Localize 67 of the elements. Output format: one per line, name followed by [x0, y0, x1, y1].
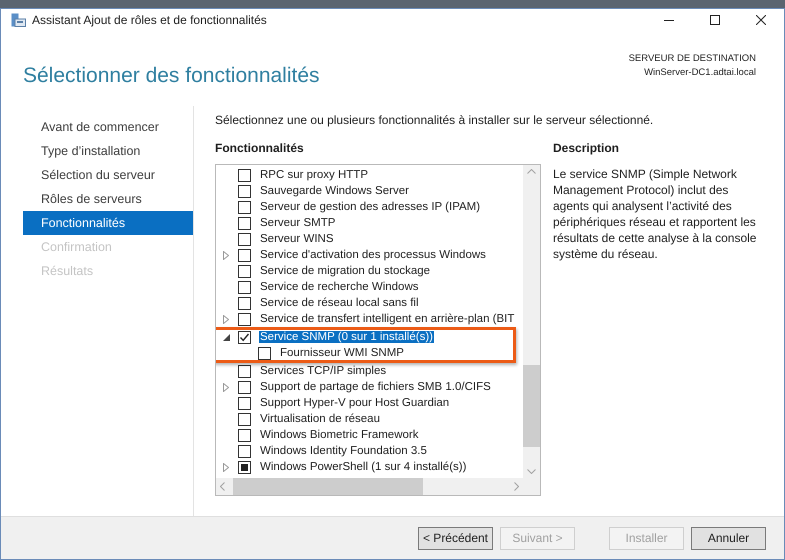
- feature-label[interactable]: Serveur WINS: [259, 233, 334, 245]
- feature-label[interactable]: Windows Identity Foundation 3.5: [259, 445, 428, 457]
- feature-label[interactable]: Support Hyper-V pour Host Guardian: [259, 397, 450, 409]
- close-icon[interactable]: [756, 15, 766, 25]
- checkbox[interactable]: [238, 296, 251, 310]
- checkbox[interactable]: [238, 396, 251, 410]
- description-text: Le service SNMP (Simple Network Management Protocol) inclut des agents qui analysent l’activité des périphériques réseau et rapportent les résultats de cette analyse à la console système du réseau.: [553, 166, 758, 262]
- feature-label[interactable]: Service d'activation des processus Windows: [259, 249, 487, 261]
- checkbox[interactable]: [238, 428, 251, 442]
- feature-label[interactable]: Service SNMP (0 sur 1 installé(s)): [259, 331, 434, 343]
- collapse-icon[interactable]: [222, 334, 230, 340]
- expand-icon[interactable]: [223, 462, 229, 472]
- expand-icon[interactable]: [223, 382, 229, 392]
- checkbox[interactable]: [238, 248, 251, 262]
- wizard-step[interactable]: Fonctionnalités: [23, 211, 193, 235]
- window-title: Assistant Ajout de rôles et de fonctionnalités: [32, 13, 268, 27]
- checkbox[interactable]: [238, 216, 251, 230]
- feature-label[interactable]: RPC sur proxy HTTP: [259, 169, 369, 181]
- feature-label[interactable]: Service de réseau local sans fil: [259, 297, 420, 309]
- server-wizard-icon: [11, 13, 26, 27]
- checkbox[interactable]: [238, 312, 251, 326]
- check-icon: [239, 332, 250, 342]
- maximize-icon[interactable]: [710, 15, 720, 25]
- feature-label[interactable]: Services TCP/IP simples: [259, 365, 388, 377]
- feature-label[interactable]: Support de partage de fichiers SMB 1.0/CIFS: [259, 381, 492, 393]
- checkbox[interactable]: [238, 380, 251, 394]
- checkbox[interactable]: [238, 264, 251, 278]
- feature-label[interactable]: Sauvegarde Windows Server: [259, 185, 410, 197]
- page-title: Sélectionner des fonctionnalités: [23, 64, 320, 88]
- wizard-step[interactable]: Type d’installation: [23, 139, 193, 163]
- wizard-button[interactable]: Annuler: [691, 526, 766, 550]
- checkbox[interactable]: [238, 280, 251, 294]
- description-heading: Description: [553, 141, 620, 157]
- checkbox[interactable]: [238, 200, 251, 214]
- partial-check-icon: [241, 464, 248, 470]
- destination-server: WinServer-DC1.adtai.local: [643, 66, 756, 80]
- checkbox[interactable]: [238, 444, 251, 458]
- checkbox[interactable]: [238, 364, 251, 378]
- checkbox[interactable]: [258, 346, 271, 360]
- checkbox[interactable]: [238, 232, 251, 246]
- feature-label[interactable]: Windows Biometric Framework: [259, 429, 420, 441]
- checkbox[interactable]: [238, 168, 251, 182]
- feature-label[interactable]: Service de transfert intelligent en arrière-plan (BIT: [259, 313, 516, 325]
- features-heading: Fonctionnalités: [215, 141, 305, 157]
- feature-label[interactable]: Virtualisation de réseau: [259, 413, 381, 425]
- feature-label[interactable]: Serveur de gestion des adresses IP (IPAM): [259, 201, 482, 213]
- wizard-step[interactable]: Sélection du serveur: [23, 163, 193, 187]
- wizard-button[interactable]: < Précédent: [418, 526, 493, 550]
- checkbox[interactable]: [238, 330, 251, 344]
- wizard-step[interactable]: Avant de commencer: [23, 115, 193, 139]
- expand-icon[interactable]: [223, 250, 229, 260]
- destination-label: SERVEUR DE DESTINATION: [628, 52, 756, 66]
- feature-label[interactable]: Service de recherche Windows: [259, 281, 420, 293]
- checkbox[interactable]: [238, 412, 251, 426]
- feature-label[interactable]: Fournisseur WMI SNMP: [279, 347, 405, 359]
- feature-label[interactable]: Windows PowerShell (1 sur 4 installé(s)): [259, 461, 468, 473]
- horizontal-scrollbar[interactable]: [216, 478, 523, 495]
- feature-label[interactable]: Serveur SMTP: [259, 217, 336, 229]
- vertical-scrollbar[interactable]: [523, 165, 540, 478]
- scroll-thumb[interactable]: [233, 478, 423, 495]
- wizard-step[interactable]: Rôles de serveurs: [23, 187, 193, 211]
- feature-label[interactable]: Service de migration du stockage: [259, 265, 432, 277]
- expand-icon[interactable]: [223, 314, 229, 324]
- checkbox[interactable]: [238, 460, 251, 474]
- checkbox[interactable]: [238, 184, 251, 198]
- instruction-text: Sélectionnez une ou plusieurs fonctionnalités à installer sur le serveur sélectionné.: [215, 113, 654, 129]
- scroll-thumb[interactable]: [523, 365, 540, 447]
